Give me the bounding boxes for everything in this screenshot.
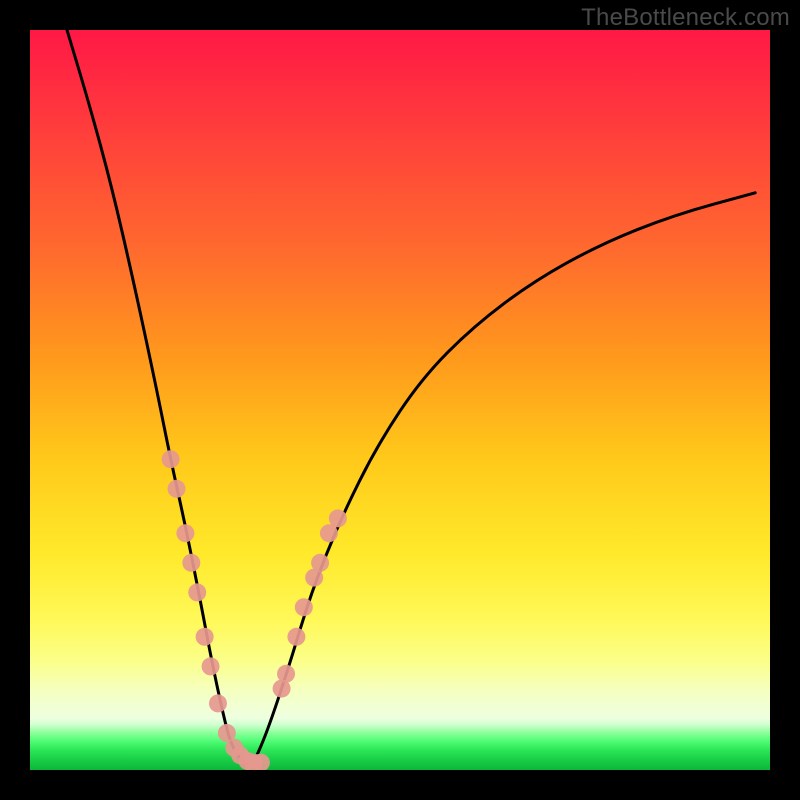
data-marker <box>162 450 180 468</box>
data-marker <box>202 657 220 675</box>
chart-frame: TheBottleneck.com <box>0 0 800 800</box>
data-marker <box>196 628 214 646</box>
curve-left-group <box>67 30 252 766</box>
plot-area <box>30 30 770 770</box>
data-marker <box>176 524 194 542</box>
data-marker <box>182 554 200 572</box>
data-marker <box>287 628 305 646</box>
data-marker <box>295 598 313 616</box>
curve-right <box>252 193 755 767</box>
data-marker <box>311 554 329 572</box>
curve-right-group <box>252 193 755 767</box>
chart-svg <box>30 30 770 770</box>
data-marker <box>209 694 227 712</box>
watermark-text: TheBottleneck.com <box>581 4 790 32</box>
markers-right <box>273 509 347 697</box>
data-marker <box>277 665 295 683</box>
data-marker <box>329 509 347 527</box>
data-marker <box>188 583 206 601</box>
data-marker <box>168 480 186 498</box>
curve-left <box>67 30 252 766</box>
